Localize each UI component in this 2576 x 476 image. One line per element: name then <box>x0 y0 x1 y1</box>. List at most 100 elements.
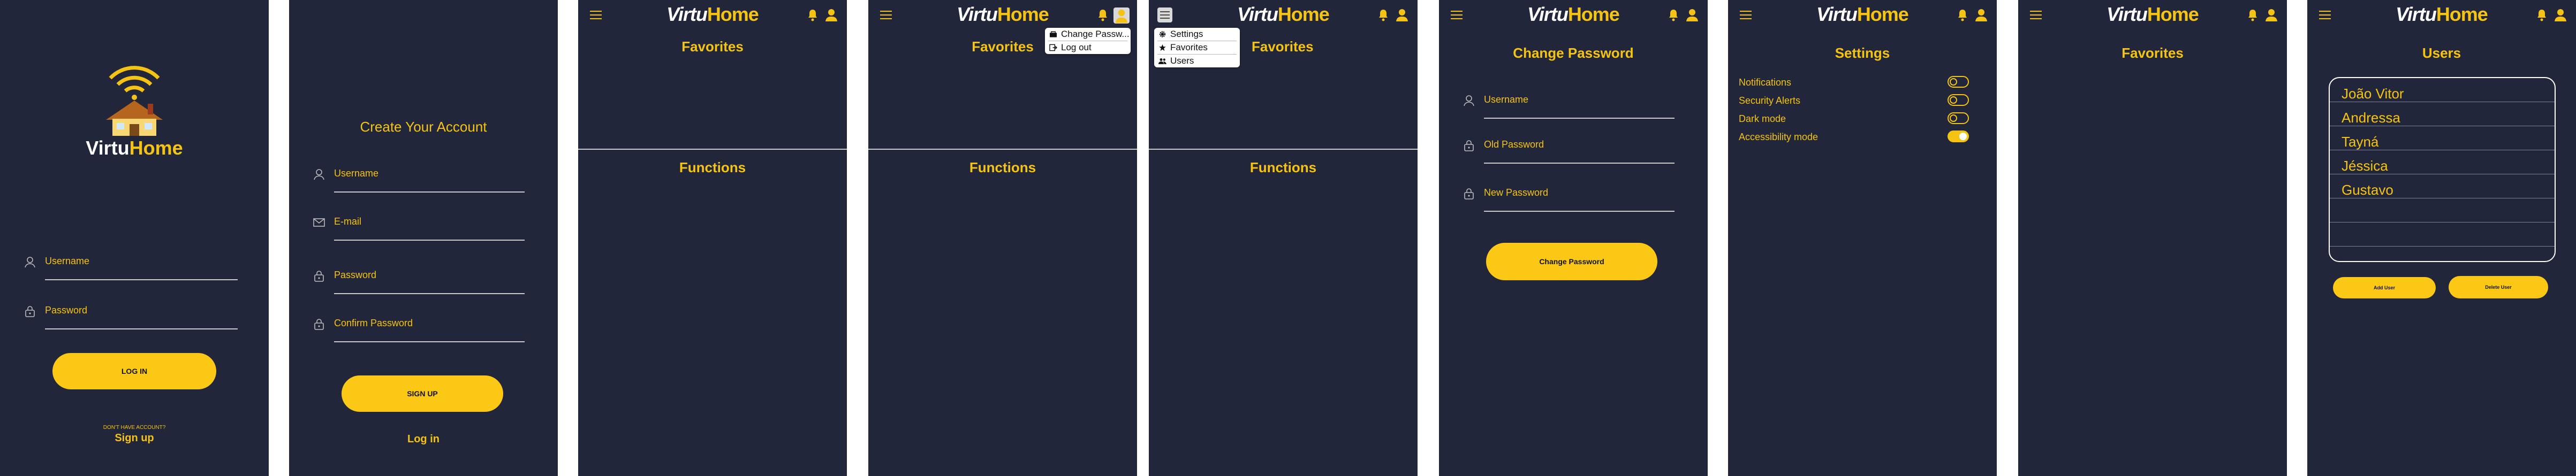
menu-item-change-password[interactable]: Change Passw... <box>1045 28 1131 41</box>
login-button[interactable]: LOG IN <box>52 353 216 389</box>
users-screen: VirtuHome Users João Vitor Andressa Tayn… <box>2307 0 2576 476</box>
change-password-screen: VirtuHome Change Password Username Old P… <box>1439 0 1708 476</box>
menu-item-logout[interactable]: Log out <box>1045 41 1131 54</box>
list-item[interactable]: Andressa <box>2330 102 2555 126</box>
change-password-title: Change Password <box>1513 45 1634 61</box>
security-alerts-toggle[interactable] <box>1948 94 1969 106</box>
signup-screen: Create Your Account Username E-mail Pass… <box>289 0 558 476</box>
hamburger-dropdown-menu: Settings Favorites Users <box>1154 28 1240 67</box>
no-account-text: DON'T HAVE ACCOUNT? <box>103 425 166 431</box>
divider <box>1149 149 1418 150</box>
brand-logo: VirtuHome <box>1816 3 1909 25</box>
profile-dropdown-menu: Change Passw... Log out <box>1045 28 1131 54</box>
password-field[interactable]: Password <box>313 262 537 294</box>
user-icon <box>25 257 35 268</box>
user-icon[interactable] <box>2266 9 2277 21</box>
user-icon[interactable] <box>1975 9 1987 21</box>
user-icon[interactable] <box>1686 9 1698 21</box>
accessibility-mode-toggle[interactable] <box>1948 130 1969 142</box>
list-item[interactable]: Jéssica <box>2330 150 2555 174</box>
list-item[interactable] <box>2330 198 2555 222</box>
setting-notifications: Notifications <box>1739 75 1990 91</box>
login-link[interactable]: Log in <box>289 433 558 446</box>
email-label: E-mail <box>334 216 362 227</box>
mail-icon <box>313 218 325 227</box>
top-bar: VirtuHome <box>2018 0 2287 33</box>
list-item[interactable]: Tayná <box>2330 126 2555 150</box>
list-item[interactable]: João Vitor <box>2330 78 2555 102</box>
new-password-field[interactable]: New Password <box>1463 180 1687 212</box>
username-field[interactable]: Username <box>24 248 238 280</box>
top-bar: VirtuHome <box>1728 0 1997 33</box>
username-label: Username <box>334 168 379 179</box>
menu-item-favorites[interactable]: Favorites <box>1154 41 1240 54</box>
functions-title: Functions <box>679 159 746 175</box>
top-bar: VirtuHome <box>2307 0 2576 33</box>
bell-icon[interactable] <box>1378 9 1389 21</box>
password-label: Password <box>334 270 377 280</box>
users-icon <box>1158 58 1166 64</box>
brand-logo: VirtuHome <box>957 3 1049 25</box>
bell-icon[interactable] <box>2247 9 2258 21</box>
list-item[interactable] <box>2330 222 2555 247</box>
user-button-active[interactable] <box>1113 7 1130 24</box>
menu-item-settings[interactable]: Settings <box>1154 28 1240 41</box>
setting-dark-mode: Dark mode <box>1739 111 1990 127</box>
user-icon[interactable] <box>825 9 837 21</box>
setting-security-alerts: Security Alerts <box>1739 93 1990 109</box>
username-label: Username <box>45 256 90 266</box>
old-password-label: Old Password <box>1484 139 1544 150</box>
functions-title: Functions <box>1249 159 1317 175</box>
signup-title: Create Your Account <box>360 119 487 135</box>
brand-logo: VirtuHome <box>2107 3 2199 25</box>
login-screen: VirtuHome Username Password LOG IN DON'T… <box>0 0 269 476</box>
divider <box>868 149 1137 150</box>
username-field[interactable]: Username <box>313 160 537 193</box>
user-icon[interactable] <box>1396 9 1408 21</box>
confirm-password-field[interactable]: Confirm Password <box>313 310 537 342</box>
list-item[interactable]: Gustavo <box>2330 174 2555 198</box>
user-icon[interactable] <box>2555 9 2566 21</box>
favorites-title: Favorites <box>2122 45 2184 61</box>
lock-icon <box>314 271 324 282</box>
home-profile-menu-screen: VirtuHome Favorites Functions Change Pas… <box>868 0 1137 476</box>
favorites-title: Favorites <box>1252 39 1314 55</box>
user-icon <box>1115 9 1128 23</box>
notifications-toggle[interactable] <box>1948 76 1969 88</box>
username-label: Username <box>1484 94 1529 105</box>
email-field[interactable]: E-mail <box>313 209 537 241</box>
top-bar: VirtuHome <box>1439 0 1708 33</box>
bell-icon[interactable] <box>1097 9 1108 21</box>
app-logo-text: VirtuHome <box>86 137 183 159</box>
new-password-label: New Password <box>1484 187 1549 198</box>
home-screen: VirtuHome Favorites Functions <box>578 0 847 476</box>
bell-icon[interactable] <box>807 9 818 21</box>
old-password-field[interactable]: Old Password <box>1463 132 1687 164</box>
user-list: João Vitor Andressa Tayná Jéssica Gustav… <box>2329 77 2556 262</box>
bell-icon[interactable] <box>1668 9 1679 21</box>
lock-icon <box>25 306 35 317</box>
change-password-button[interactable]: Change Password <box>1486 243 1657 280</box>
menu-item-users[interactable]: Users <box>1154 55 1240 67</box>
dark-mode-toggle[interactable] <box>1948 112 1969 124</box>
delete-user-button[interactable]: Delete User <box>2449 276 2548 298</box>
signup-link[interactable]: Sign up <box>0 432 269 444</box>
house-logo-icon <box>106 66 163 136</box>
brand-logo: VirtuHome <box>666 3 759 25</box>
users-title: Users <box>2422 45 2461 61</box>
signup-button[interactable]: SIGN UP <box>342 375 503 412</box>
home-hamburger-menu-screen: VirtuHome Favorites Functions Settings F… <box>1149 0 1418 476</box>
confirm-password-label: Confirm Password <box>334 318 413 328</box>
gear-icon <box>1159 31 1166 37</box>
user-icon <box>1464 95 1474 106</box>
settings-screen: VirtuHome Settings Notifications Securit… <box>1728 0 1997 476</box>
brand-logo: VirtuHome <box>2396 3 2488 25</box>
top-bar: VirtuHome <box>578 0 847 33</box>
password-field[interactable]: Password <box>24 297 238 329</box>
lock-icon <box>1464 140 1474 151</box>
bell-icon[interactable] <box>2536 9 2547 21</box>
username-field[interactable]: Username <box>1463 87 1687 119</box>
divider <box>578 149 847 150</box>
bell-icon[interactable] <box>1957 9 1968 21</box>
add-user-button[interactable]: Add User <box>2333 277 2436 298</box>
